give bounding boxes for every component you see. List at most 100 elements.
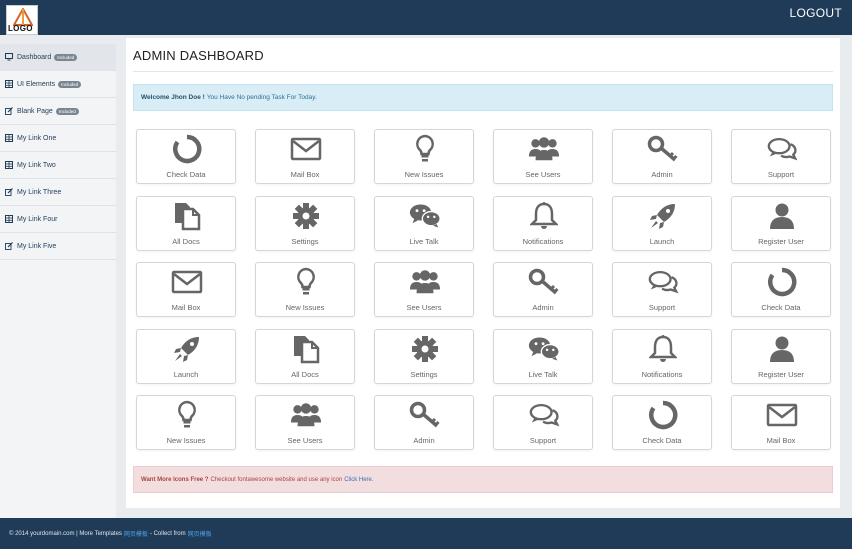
sidebar-item-ui-elements[interactable]: UI Elements Included [0,71,116,98]
sidebar-item-my-link-one[interactable]: My Link One [0,125,116,152]
footer: © 2014 yourdomain.com | More Templates 网… [0,518,852,549]
lightbulb-icon [171,400,203,430]
lightbulb-icon [290,267,322,297]
sidebar-item-label: UI Elements [17,80,56,88]
tile-label: Check Data [761,303,801,312]
tile-register-user[interactable]: Register User [731,196,831,251]
tile-label: Mail Box [766,436,796,445]
sidebar-item-label: My Link Three [17,188,62,196]
copy-icon [171,201,203,231]
tile-settings[interactable]: Settings [374,329,474,384]
sidebar-item-label: My Link Two [17,161,56,169]
tile-label: Notifications [522,237,564,246]
tile-see-users[interactable]: See Users [493,129,593,184]
edit-icon [5,107,13,115]
tile-admin[interactable]: Admin [374,395,474,450]
included-badge: Included [58,80,82,88]
included-badge: Included [54,53,78,61]
tile-admin[interactable]: Admin [612,129,712,184]
tile-new-issues[interactable]: New Issues [255,262,355,317]
key-icon [528,267,560,297]
tile-check-data[interactable]: Check Data [612,395,712,450]
included-badge: Included [55,107,79,115]
tile-launch[interactable]: Launch [136,329,236,384]
promo-text: Checkout fontawesome website and use any… [210,476,343,483]
page-title: ADMIN DASHBOARD [133,48,264,63]
title-divider [133,71,833,72]
table-icon [5,80,13,88]
tile-admin[interactable]: Admin [493,262,593,317]
tile-see-users[interactable]: See Users [255,395,355,450]
tile-support[interactable]: Support [731,129,831,184]
sidebar-item-label: Dashboard [17,53,52,61]
tile-label: All Docs [172,237,200,246]
sidebar-item-my-link-five[interactable]: My Link Five [0,233,116,260]
lightbulb-icon [409,134,441,164]
sidebar: Dashboard Included UI Elements Included Blan… [0,44,116,518]
key-icon [409,400,441,430]
table-icon [5,215,13,223]
tile-new-issues[interactable]: New Issues [136,395,236,450]
logo[interactable]: LOGO [6,5,38,35]
sidebar-item-label: My Link Four [17,215,58,223]
sidebar-item-label: Blank Page [17,107,53,115]
tile-label: Admin [532,303,554,312]
tile-label: See Users [406,303,442,312]
tile-mail-box[interactable]: Mail Box [255,129,355,184]
tile-launch[interactable]: Launch [612,196,712,251]
tile-label: Settings [291,237,319,246]
wechat-icon [528,334,560,364]
sidebar-item-my-link-three[interactable]: My Link Three [0,179,116,206]
tile-label: New Issues [166,436,206,445]
top-navbar: LOGO LOGOUT [0,0,852,35]
tile-register-user[interactable]: Register User [731,329,831,384]
gear-icon [409,334,441,364]
tile-check-data[interactable]: Check Data [136,129,236,184]
footer-collect: - Collect from [149,530,186,537]
tile-label: New Issues [285,303,325,312]
tile-live-talk[interactable]: Live Talk [493,329,593,384]
promo-link[interactable]: Click Here. [344,477,373,483]
tile-label: Check Data [642,436,682,445]
tile-notifications[interactable]: Notifications [612,329,712,384]
tile-support[interactable]: Support [612,262,712,317]
logo-text: LOGO [8,24,33,33]
tile-label: Register User [758,237,804,246]
tile-see-users[interactable]: See Users [374,262,474,317]
envelope-icon [766,400,798,430]
promo-bold: Want More Icons Free ? [141,476,209,483]
tile-label: Mail Box [171,303,201,312]
tile-label: Launch [649,237,675,246]
footer-link-templates[interactable]: 网页模板 [124,529,148,538]
footer-link-source[interactable]: 网页模板 [188,529,212,538]
sidebar-item-dashboard[interactable]: Dashboard Included [0,44,116,71]
circle-notch-icon [171,134,203,164]
tile-support[interactable]: Support [493,395,593,450]
tile-notifications[interactable]: Notifications [493,196,593,251]
tile-check-data[interactable]: Check Data [731,262,831,317]
users-icon [290,400,322,430]
tile-mail-box[interactable]: Mail Box [136,262,236,317]
sidebar-item-blank-page[interactable]: Blank Page Included [0,98,116,125]
tile-settings[interactable]: Settings [255,196,355,251]
tile-label: See Users [525,170,561,179]
tile-all-docs[interactable]: All Docs [136,196,236,251]
logout-button[interactable]: LOGOUT [790,6,842,20]
table-icon [5,161,13,169]
tile-label: See Users [287,436,323,445]
tile-new-issues[interactable]: New Issues [374,129,474,184]
tile-label: Support [648,303,676,312]
copy-icon [290,334,322,364]
tile-label: Notifications [641,370,683,379]
comments-icon [647,267,679,297]
tile-all-docs[interactable]: All Docs [255,329,355,384]
envelope-icon [171,267,203,297]
tile-live-talk[interactable]: Live Talk [374,196,474,251]
tile-label: Mail Box [290,170,320,179]
gear-icon [290,201,322,231]
tile-mail-box[interactable]: Mail Box [731,395,831,450]
sidebar-item-my-link-four[interactable]: My Link Four [0,206,116,233]
tile-label: Support [767,170,795,179]
tile-label: Live Talk [528,370,558,379]
sidebar-item-my-link-two[interactable]: My Link Two [0,152,116,179]
